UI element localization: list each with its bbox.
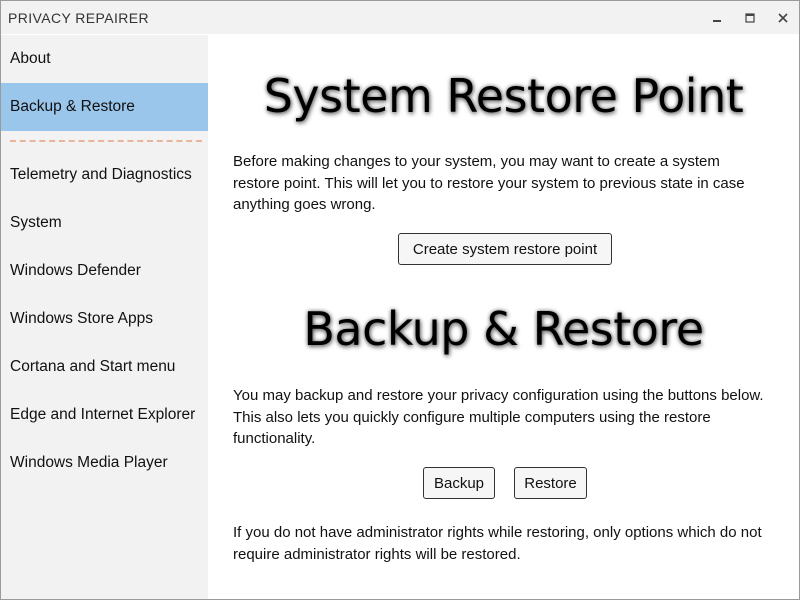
backup-button[interactable]: Backup	[423, 467, 495, 499]
maximize-button[interactable]	[733, 1, 766, 34]
minimize-button[interactable]	[700, 1, 733, 34]
restore-point-heading: System Restore Point	[263, 69, 744, 123]
app-window: PRIVACY REPAIRER About Backup & Restore …	[0, 0, 800, 600]
minimize-icon	[712, 13, 722, 23]
sidebar-item-label: Windows Media Player	[10, 454, 168, 471]
close-icon	[777, 12, 788, 23]
close-button[interactable]	[766, 1, 799, 34]
window-title: PRIVACY REPAIRER	[8, 9, 149, 26]
sidebar-item-media-player[interactable]: Windows Media Player	[1, 439, 208, 487]
sidebar-item-label: About	[10, 50, 51, 67]
sidebar-item-label: Windows Store Apps	[10, 310, 154, 327]
title-bar[interactable]: PRIVACY REPAIRER	[1, 1, 799, 34]
restore-button[interactable]: Restore	[514, 467, 587, 499]
sidebar-item-store-apps[interactable]: Windows Store Apps	[1, 295, 208, 343]
maximize-icon	[744, 12, 755, 23]
sidebar-item-label: Windows Defender	[10, 262, 141, 279]
sidebar-item-windows-defender[interactable]: Windows Defender	[1, 247, 208, 295]
backup-restore-description: You may backup and restore your privacy …	[233, 387, 764, 448]
create-restore-point-button[interactable]: Create system restore point	[398, 233, 612, 265]
sidebar-item-backup-restore[interactable]: Backup & Restore	[1, 83, 208, 131]
sidebar-item-edge-ie[interactable]: Edge and Internet Explorer	[1, 391, 208, 439]
sidebar-item-label: Edge and Internet Explorer	[10, 406, 196, 423]
backup-restore-heading: Backup & Restore	[303, 302, 704, 356]
sidebar-separator	[1, 131, 208, 151]
sidebar-item-label: Telemetry and Diagnostics	[10, 166, 192, 183]
sidebar-nav: About Backup & Restore Telemetry and Dia…	[1, 35, 208, 599]
restore-point-description: Before making changes to your system, yo…	[233, 153, 745, 214]
main-content: System Restore Point Before making chang…	[208, 35, 799, 599]
sidebar-item-label: System	[10, 214, 62, 231]
sidebar-item-label: Backup & Restore	[10, 98, 135, 115]
admin-rights-note: If you do not have administrator rights …	[233, 524, 762, 563]
sidebar-item-telemetry[interactable]: Telemetry and Diagnostics	[1, 151, 208, 199]
sidebar-item-cortana[interactable]: Cortana and Start menu	[1, 343, 208, 391]
sidebar-item-about[interactable]: About	[1, 35, 208, 83]
sidebar-item-system[interactable]: System	[1, 199, 208, 247]
window-controls	[700, 1, 799, 34]
sidebar-item-label: Cortana and Start menu	[10, 358, 176, 375]
